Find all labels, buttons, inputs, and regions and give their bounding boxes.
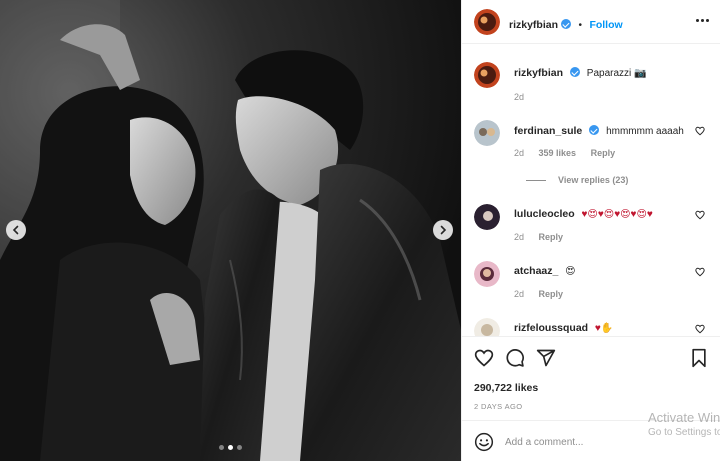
avatar[interactable] xyxy=(474,318,500,336)
avatar-image xyxy=(474,318,500,336)
carousel-dot xyxy=(237,445,242,450)
like-heart-icon[interactable] xyxy=(474,348,494,368)
avatar-image xyxy=(474,62,500,88)
avatar-image xyxy=(474,120,500,146)
share-send-icon[interactable] xyxy=(536,348,556,368)
comment-text: 😍 xyxy=(565,266,576,277)
like-comment-heart-icon[interactable] xyxy=(695,210,705,220)
comment-text: ♥✋ xyxy=(594,323,614,334)
avatar[interactable] xyxy=(474,9,500,35)
comment-time[interactable]: 2d xyxy=(514,289,524,299)
comment-item: ferdinan_sule hmmmmm aaaah 2d 359 likes … xyxy=(474,118,709,188)
reply-button[interactable]: Reply xyxy=(539,232,564,242)
avatar[interactable] xyxy=(474,261,500,287)
chevron-right-icon xyxy=(440,225,447,235)
caption-text: Paparazzi 📷 xyxy=(586,68,647,79)
like-comment-heart-icon[interactable] xyxy=(695,126,705,136)
emoji-smile-icon[interactable] xyxy=(474,432,494,452)
comment-username[interactable]: ferdinan_sule xyxy=(514,125,582,137)
carousel-dot xyxy=(219,445,224,450)
reply-button[interactable]: Reply xyxy=(591,148,616,158)
comment-time[interactable]: 2d xyxy=(514,148,524,158)
comment-text: ♥😍♥😍♥😍♥😍♥ xyxy=(581,209,653,220)
more-options-icon[interactable] xyxy=(696,19,709,22)
post-date: 2 DAYS AGO xyxy=(474,402,523,411)
carousel-next-button[interactable] xyxy=(433,220,453,240)
avatar-image xyxy=(474,204,500,230)
verified-badge-icon xyxy=(561,19,572,29)
post-header: rizkyfbian • Follow xyxy=(462,0,720,44)
carousel-prev-button[interactable] xyxy=(6,220,26,240)
avatar[interactable] xyxy=(474,62,500,88)
avatar[interactable] xyxy=(474,120,500,146)
post-author-username[interactable]: rizkyfbian xyxy=(509,19,558,31)
separator-dot: • xyxy=(578,20,582,31)
comment-item: atchaaz_ 😍 2d Reply xyxy=(474,259,709,305)
verified-badge-icon xyxy=(589,125,600,135)
carousel-dot-active xyxy=(228,445,233,450)
watermark-title: Activate Windows xyxy=(648,410,720,425)
comment-likes[interactable]: 359 likes xyxy=(539,148,577,158)
carousel-indicator xyxy=(0,445,461,450)
activate-windows-watermark: Activate Windows Go to Settings to activ… xyxy=(648,410,720,438)
comment-item: lulucleocleo ♥😍♥😍♥😍♥😍♥ 2d Reply xyxy=(474,202,709,248)
post-actions: 290,722 likes 2 DAYS AGO xyxy=(462,336,720,420)
avatar[interactable] xyxy=(474,204,500,230)
caption-time[interactable]: 2d xyxy=(514,92,524,102)
verified-badge-icon xyxy=(570,67,581,77)
like-comment-heart-icon[interactable] xyxy=(695,324,705,334)
post-photo[interactable] xyxy=(0,0,461,461)
comment-item: rizfeloussquad ♥✋ xyxy=(474,316,709,336)
comment-text: hmmmmm aaaah xyxy=(606,126,684,137)
caption-username[interactable]: rizkyfbian xyxy=(514,67,563,79)
like-comment-heart-icon[interactable] xyxy=(695,267,705,277)
caption: rizkyfbian Paparazzi 📷 2d xyxy=(474,60,709,110)
comments-list[interactable]: rizkyfbian Paparazzi 📷 2d ferdinan_sule … xyxy=(462,44,720,336)
avatar-image xyxy=(474,261,500,287)
save-bookmark-icon[interactable] xyxy=(690,348,708,368)
follow-button[interactable]: Follow xyxy=(589,19,622,31)
comment-username[interactable]: atchaaz_ xyxy=(514,265,558,277)
view-replies-button[interactable]: View replies (23) xyxy=(526,175,628,185)
comment-username[interactable]: rizfeloussquad xyxy=(514,322,588,334)
like-count[interactable]: 290,722 likes xyxy=(474,382,538,394)
comment-username[interactable]: lulucleocleo xyxy=(514,208,575,220)
comment-time[interactable]: 2d xyxy=(514,232,524,242)
watermark-subtitle: Go to Settings to activate Windows. xyxy=(648,427,720,438)
avatar-image xyxy=(474,9,500,35)
comment-bubble-icon[interactable] xyxy=(505,348,525,368)
photo-image xyxy=(0,0,461,461)
comment-input[interactable]: Add a comment... xyxy=(505,437,583,448)
post-details-panel: rizkyfbian • Follow rizkyfbian Paparazzi… xyxy=(461,0,720,461)
chevron-left-icon xyxy=(12,225,19,235)
reply-button[interactable]: Reply xyxy=(539,289,564,299)
